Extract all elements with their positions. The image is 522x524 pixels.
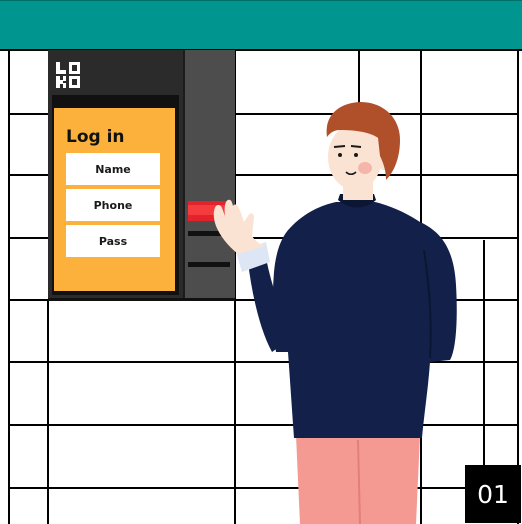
step-badge: 01 xyxy=(465,465,521,523)
phone-field[interactable]: Phone xyxy=(66,189,160,221)
name-field[interactable]: Name xyxy=(66,153,160,185)
illustration: Log in Name Phone Pass 01 xyxy=(0,0,522,524)
login-title: Log in xyxy=(66,127,125,147)
scene-graphic xyxy=(0,0,522,524)
header-band xyxy=(0,0,522,50)
pass-field[interactable]: Pass xyxy=(66,225,160,257)
